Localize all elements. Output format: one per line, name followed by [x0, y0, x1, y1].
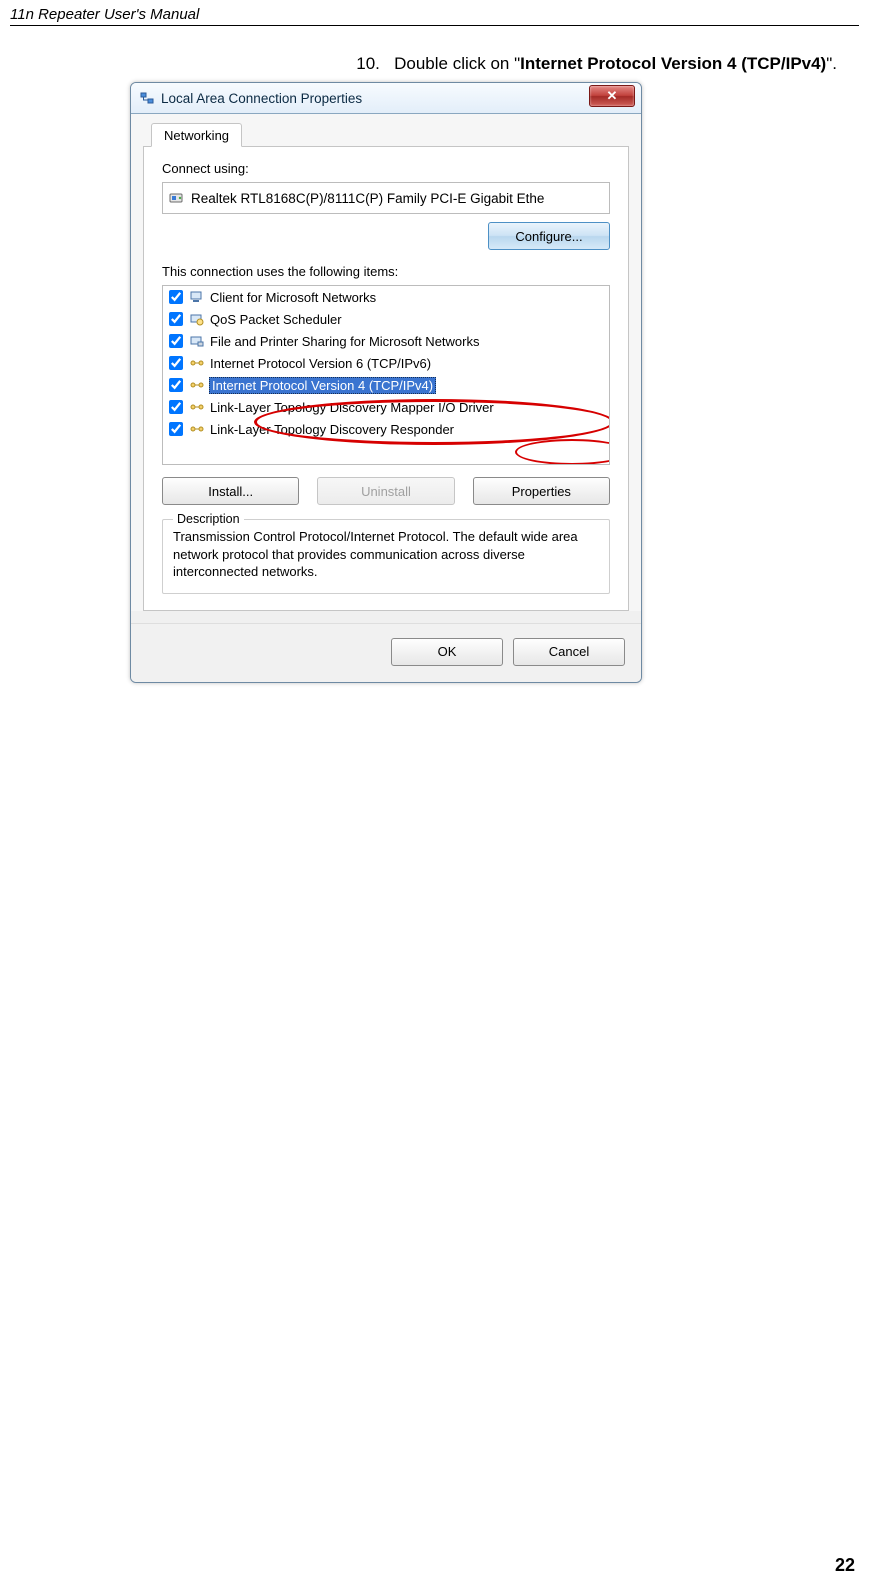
item-checkbox[interactable] — [169, 400, 183, 414]
instruction-number: 10. — [356, 54, 380, 73]
item-checkbox[interactable] — [169, 378, 183, 392]
instruction-bold: Internet Protocol Version 4 (TCP/IPv4) — [520, 54, 826, 73]
item-checkbox[interactable] — [169, 356, 183, 370]
adapter-field: Realtek RTL8168C(P)/8111C(P) Family PCI-… — [162, 182, 610, 214]
list-item[interactable]: QoS Packet Scheduler — [163, 308, 609, 330]
page-header: 11n Repeater User's Manual — [0, 0, 869, 25]
dialog-body: Networking Connect using: Realtek RTL816… — [131, 114, 641, 611]
item-label: Client for Microsoft Networks — [209, 290, 377, 305]
item-label: Link-Layer Topology Discovery Mapper I/O… — [209, 400, 495, 415]
list-item[interactable]: Client for Microsoft Networks — [163, 286, 609, 308]
item-checkbox[interactable] — [169, 334, 183, 348]
cancel-button[interactable]: Cancel — [513, 638, 625, 666]
adapter-name: Realtek RTL8168C(P)/8111C(P) Family PCI-… — [191, 191, 544, 206]
lltd-icon — [189, 399, 205, 415]
install-button[interactable]: Install... — [162, 477, 299, 505]
instruction-suffix: ". — [826, 54, 837, 73]
item-label: Internet Protocol Version 4 (TCP/IPv4) — [209, 377, 436, 394]
qos-icon — [189, 311, 205, 327]
tabs-row: Networking — [131, 114, 641, 146]
client-icon — [189, 289, 205, 305]
annotation-ellipse — [515, 439, 610, 465]
share-icon — [189, 333, 205, 349]
item-checkbox[interactable] — [169, 312, 183, 326]
description-text: Transmission Control Protocol/Internet P… — [173, 528, 599, 581]
configure-button[interactable]: Configure... — [488, 222, 610, 250]
uses-items-label: This connection uses the following items… — [162, 264, 610, 279]
item-checkbox[interactable] — [169, 422, 183, 436]
item-label: Internet Protocol Version 6 (TCP/IPv6) — [209, 356, 432, 371]
title-bar: Local Area Connection Properties ✕ — [131, 83, 641, 114]
properties-dialog: Local Area Connection Properties ✕ Netwo… — [130, 82, 642, 683]
instruction-prefix: Double click on " — [394, 54, 520, 73]
items-listbox[interactable]: Client for Microsoft Networks QoS Packet… — [162, 285, 610, 465]
item-checkbox[interactable] — [169, 290, 183, 304]
lltd-icon — [189, 421, 205, 437]
ok-button[interactable]: OK — [391, 638, 503, 666]
adapter-icon — [169, 190, 185, 206]
list-item[interactable]: Link-Layer Topology Discovery Mapper I/O… — [163, 396, 609, 418]
description-legend: Description — [173, 512, 244, 526]
tab-panel: Connect using: Realtek RTL8168C(P)/8111C… — [143, 146, 629, 611]
properties-button[interactable]: Properties — [473, 477, 610, 505]
close-icon: ✕ — [607, 88, 618, 104]
list-item[interactable]: File and Printer Sharing for Microsoft N… — [163, 330, 609, 352]
network-icon — [139, 90, 155, 106]
uninstall-button: Uninstall — [317, 477, 454, 505]
dialog-footer: OK Cancel — [131, 623, 641, 682]
list-item-selected[interactable]: Internet Protocol Version 4 (TCP/IPv4) — [163, 374, 609, 396]
protocol-icon — [189, 355, 205, 371]
list-item[interactable]: Link-Layer Topology Discovery Responder — [163, 418, 609, 440]
list-item[interactable]: Internet Protocol Version 6 (TCP/IPv6) — [163, 352, 609, 374]
protocol-icon — [189, 377, 205, 393]
close-button[interactable]: ✕ — [589, 85, 635, 107]
dialog-title: Local Area Connection Properties — [161, 91, 362, 106]
instruction-line: 10. Double click on "Internet Protocol V… — [0, 26, 869, 80]
description-fieldset: Description Transmission Control Protoco… — [162, 519, 610, 594]
tab-networking[interactable]: Networking — [151, 123, 242, 147]
connect-using-label: Connect using: — [162, 161, 610, 176]
item-label: Link-Layer Topology Discovery Responder — [209, 422, 455, 437]
page-number: 22 — [835, 1555, 855, 1576]
item-label: QoS Packet Scheduler — [209, 312, 343, 327]
item-label: File and Printer Sharing for Microsoft N… — [209, 334, 480, 349]
